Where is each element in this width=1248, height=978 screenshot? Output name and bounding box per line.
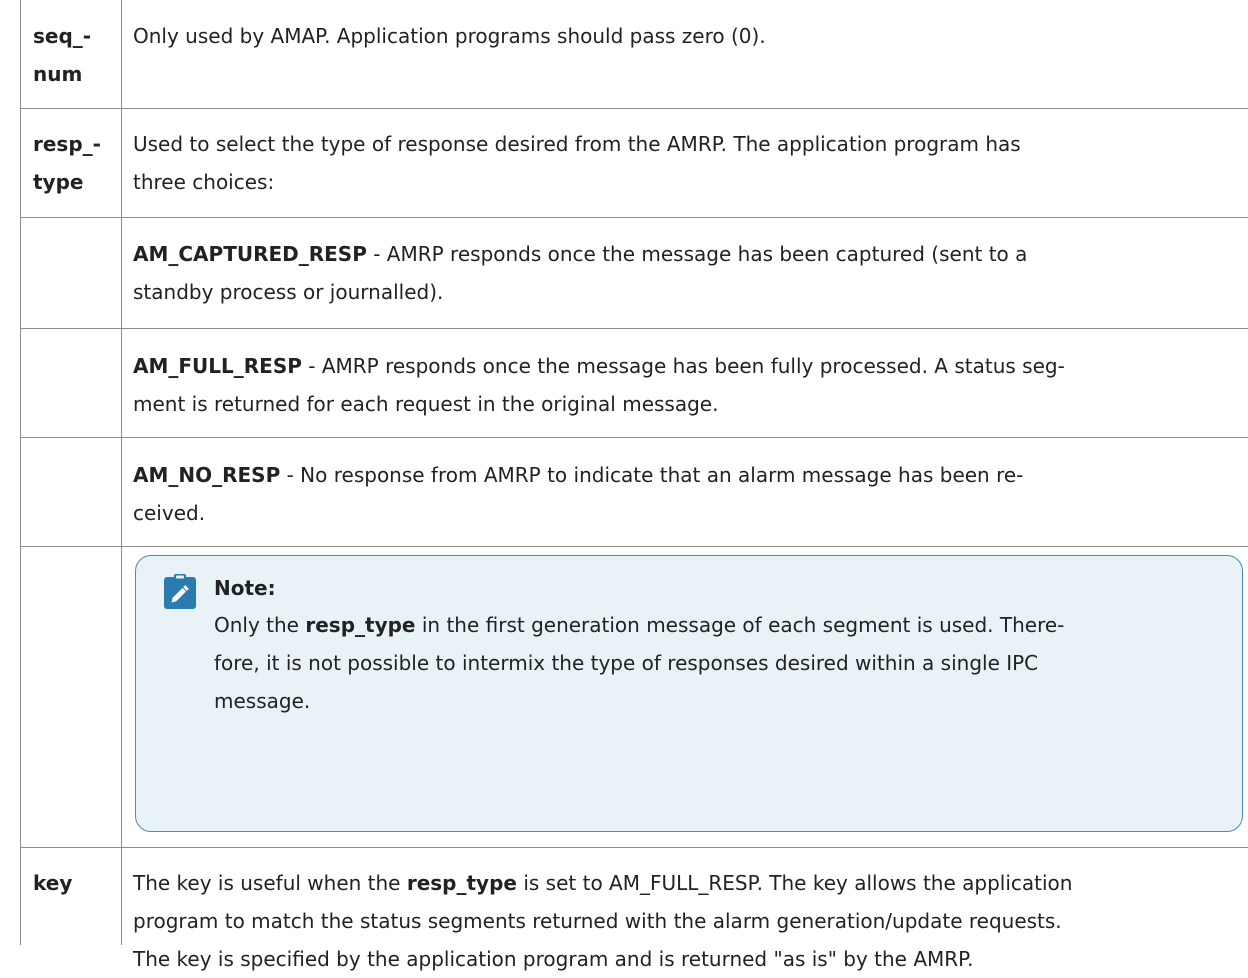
choice-term: AM_NO_RESP [133, 463, 281, 487]
description-line: The key is useful when the resp_type is … [133, 864, 1236, 902]
param-name-line: type [33, 170, 84, 194]
param-name-line: resp_- [33, 132, 101, 156]
description-text: - AMRP responds once the message has bee… [366, 242, 1028, 266]
param-name: seq_- num [20, 0, 122, 108]
param-name-line: key [33, 871, 73, 895]
description-line: AM_NO_RESP - No response from AMRP to in… [133, 456, 1236, 494]
param-description: The key is useful when the resp_type is … [122, 848, 1248, 971]
description-text: - AMRP responds once the message has bee… [301, 354, 1065, 378]
param-name-line: seq_- [33, 24, 92, 48]
description-line: AM_FULL_RESP - AMRP responds once the me… [133, 347, 1236, 385]
choice-term: AM_CAPTURED_RESP [133, 242, 367, 266]
description-line: Used to select the type of response desi… [133, 132, 1021, 156]
note-line: message. [214, 689, 311, 713]
table-row: AM_NO_RESP - No response from AMRP to in… [20, 438, 1248, 547]
description-text: is set to AM_FULL_RESP. The key allows t… [516, 871, 1073, 895]
table-row: key The key is useful when the resp_type… [20, 848, 1248, 971]
note-line: fore, it is not possible to intermix the… [214, 651, 1039, 675]
param-name: resp_- type [20, 109, 122, 217]
note-body: Only the resp_type in the first generati… [214, 606, 1222, 720]
note-text: Only the [214, 613, 306, 637]
description-line: AM_CAPTURED_RESP - AMRP responds once th… [133, 235, 1236, 273]
table-row: seq_- num Only used by AMAP. Application… [20, 0, 1248, 109]
param-name: key [20, 848, 122, 945]
note-callout: Note: Only the resp_type in the first ge… [135, 555, 1243, 832]
param-description: Used to select the type of response desi… [122, 109, 1248, 217]
description-line: The key is specified by the application … [133, 947, 974, 971]
param-name-line: num [33, 62, 83, 86]
description-line: ment is returned for each request in the… [133, 392, 719, 416]
inline-term: resp_type [406, 871, 517, 895]
description-text: The key is useful when the [133, 871, 407, 895]
pencil-icon [164, 574, 196, 609]
note-title: Note: [214, 576, 276, 600]
table-row: resp_- type Used to select the type of r… [20, 109, 1248, 218]
param-name-empty [20, 547, 122, 847]
table-row: AM_CAPTURED_RESP - AMRP responds once th… [20, 218, 1248, 329]
choice-term: AM_FULL_RESP [133, 354, 302, 378]
choice-description: AM_FULL_RESP - AMRP responds once the me… [122, 329, 1248, 437]
note-line: Only the resp_type in the first generati… [214, 606, 1222, 644]
choice-description: AM_CAPTURED_RESP - AMRP responds once th… [122, 218, 1248, 328]
inline-term: resp_type [305, 613, 416, 637]
param-description: Only used by AMAP. Application programs … [122, 0, 1248, 108]
description-line: ceived. [133, 501, 206, 525]
table-row: AM_FULL_RESP - AMRP responds once the me… [20, 329, 1248, 438]
description-line: standby process or journalled). [133, 280, 444, 304]
note-text: in the first generation message of each … [415, 613, 1065, 637]
description-text: - No response from AMRP to indicate that… [280, 463, 1024, 487]
param-name-empty [20, 438, 122, 546]
description-line: program to match the status segments ret… [133, 909, 1062, 933]
description-line: three choices: [133, 170, 275, 194]
choice-description: AM_NO_RESP - No response from AMRP to in… [122, 438, 1248, 546]
param-name-empty [20, 218, 122, 328]
param-name-empty [20, 329, 122, 437]
description-line: Only used by AMAP. Application programs … [133, 24, 766, 48]
